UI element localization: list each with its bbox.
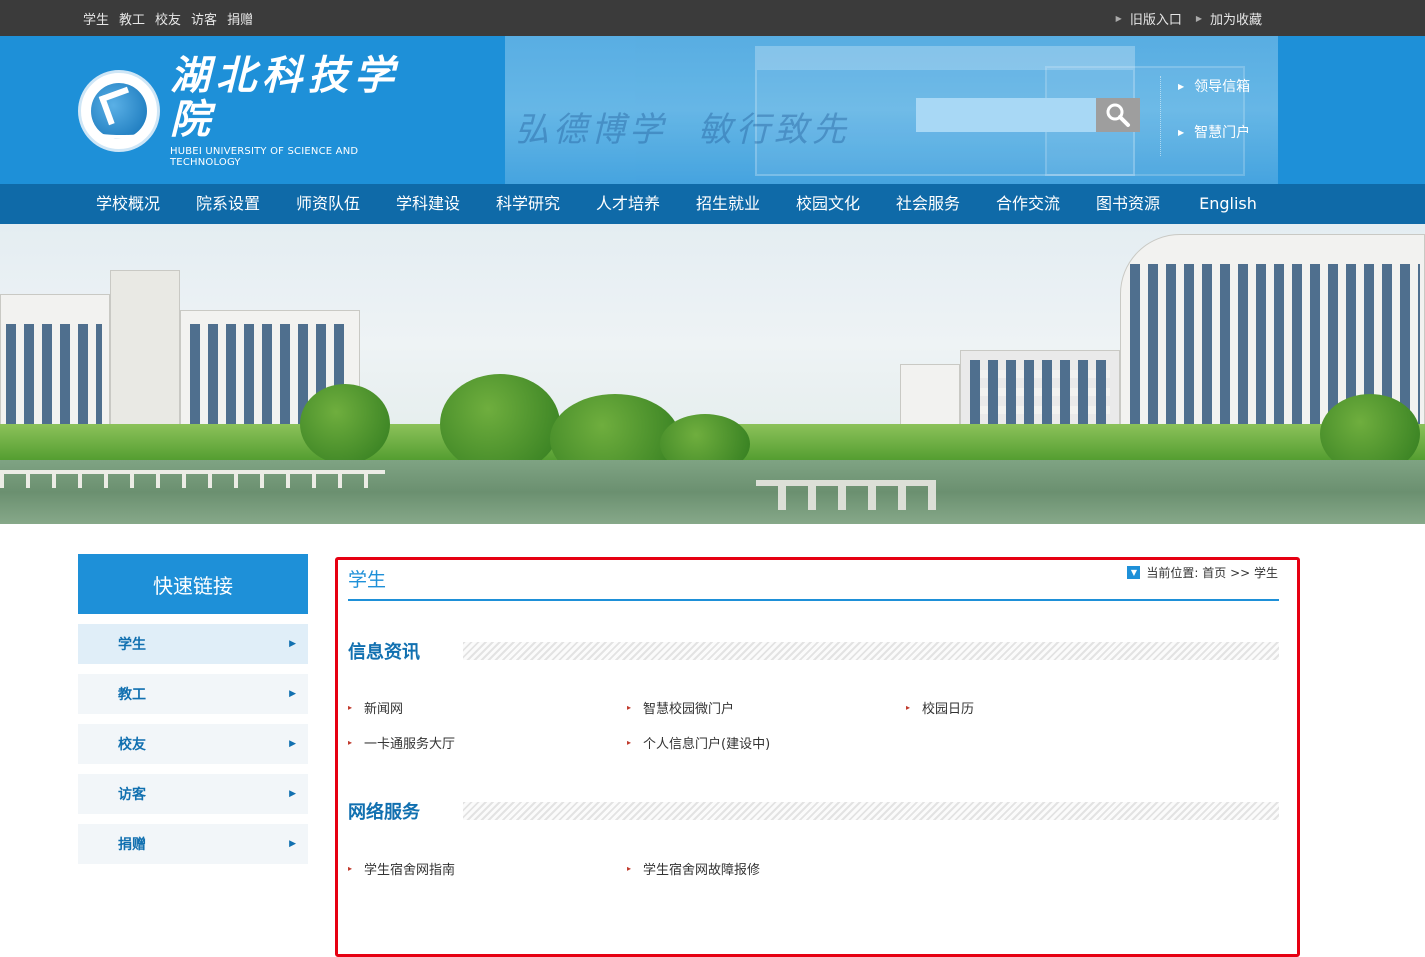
sidebar-item-visitor[interactable]: 访客 ▶ <box>78 774 308 814</box>
header-side-links: ▶ 领导信箱 ▶ 智慧门户 <box>1178 76 1250 168</box>
top-link-student[interactable]: 学生 <box>83 9 109 28</box>
triangle-icon: ▶ <box>1195 13 1202 23</box>
nav-item-library[interactable]: 图书资源 <box>1078 184 1178 224</box>
bullet-icon: ▸ <box>627 738 632 747</box>
chevron-right-icon: ▶ <box>289 789 296 799</box>
bookmark-link[interactable]: 加为收藏 <box>1210 9 1262 28</box>
top-link-donate[interactable]: 捐赠 <box>227 9 253 28</box>
sidebar-item-student[interactable]: 学生 ▶ <box>78 624 308 664</box>
nav-item-disciplines[interactable]: 学科建设 <box>378 184 478 224</box>
sidebar-item-donate[interactable]: 捐赠 ▶ <box>78 824 308 864</box>
university-logo[interactable]: 湖北科技学院 HUBEI UNIVERSITY OF SCIENCE AND T… <box>78 54 430 168</box>
bullet-icon: ▸ <box>348 864 353 873</box>
title-divider <box>348 599 1279 601</box>
content-highlight-frame <box>335 557 1300 957</box>
search-icon <box>1106 103 1130 127</box>
section-header-network: 网络服务 <box>348 800 1279 823</box>
nav-item-faculty[interactable]: 师资队伍 <box>278 184 378 224</box>
chevron-right-icon: ▶ <box>289 639 296 649</box>
link-personal-portal[interactable]: ▸ 个人信息门户(建设中) <box>627 733 770 752</box>
page-title: 学生 <box>348 569 387 591</box>
nav-item-about[interactable]: 学校概况 <box>78 184 178 224</box>
old-version-link[interactable]: 旧版入口 <box>1130 9 1182 28</box>
top-link-alumni[interactable]: 校友 <box>155 9 181 28</box>
link-dorm-net-guide[interactable]: ▸ 学生宿舍网指南 <box>348 859 455 878</box>
nav-item-social-service[interactable]: 社会服务 <box>878 184 978 224</box>
bullet-icon: ▸ <box>906 703 911 712</box>
breadcrumb: ▼ 当前位置: 首页 >> 学生 <box>1127 564 1278 581</box>
logo-chinese-name: 湖北科技学院 <box>170 52 400 143</box>
top-link-visitor[interactable]: 访客 <box>191 9 217 28</box>
section-header-info: 信息资讯 <box>348 640 1279 663</box>
location-icon: ▼ <box>1127 566 1141 579</box>
campus-banner-image <box>0 224 1425 524</box>
nav-item-research[interactable]: 科学研究 <box>478 184 578 224</box>
site-header: 弘德博学 敏行致先 湖北科技学院 HUBEI UNIVERSITY OF SCI… <box>0 36 1425 184</box>
sidebar-item-staff[interactable]: 教工 ▶ <box>78 674 308 714</box>
nav-item-admissions[interactable]: 招生就业 <box>678 184 778 224</box>
quick-links-title: 快速链接 <box>78 554 308 614</box>
chevron-right-icon: ▶ <box>289 739 296 749</box>
breadcrumb-text[interactable]: 当前位置: 首页 >> 学生 <box>1146 564 1278 581</box>
search-input[interactable] <box>916 98 1096 132</box>
nav-item-english[interactable]: English <box>1178 184 1278 224</box>
bullet-icon: ▸ <box>627 864 632 873</box>
triangle-icon: ▶ <box>1115 13 1122 23</box>
bullet-icon: ▸ <box>348 738 353 747</box>
search-button[interactable] <box>1096 98 1140 132</box>
university-emblem-icon <box>78 70 160 152</box>
top-link-staff[interactable]: 教工 <box>119 9 145 28</box>
header-divider <box>1160 76 1161 156</box>
link-card-service[interactable]: ▸ 一卡通服务大厅 <box>348 733 455 752</box>
main-nav: 学校概况 院系设置 师资队伍 学科建设 科学研究 人才培养 招生就业 校园文化 … <box>0 184 1425 224</box>
leader-mailbox-link[interactable]: ▶ 领导信箱 <box>1178 76 1250 96</box>
link-campus-calendar[interactable]: ▸ 校园日历 <box>906 698 974 717</box>
motto-part-2: 敏行致先 <box>698 110 850 150</box>
bullet-icon: ▸ <box>627 703 632 712</box>
link-news[interactable]: ▸ 新闻网 <box>348 698 403 717</box>
top-bar: 学生 教工 校友 访客 捐赠 ▶ 旧版入口 ▶ 加为收藏 <box>0 0 1425 36</box>
motto-part-1: 弘德博学 <box>515 110 667 150</box>
logo-english-name: HUBEI UNIVERSITY OF SCIENCE AND TECHNOLO… <box>170 146 359 168</box>
audience-links: 学生 教工 校友 访客 捐赠 <box>83 0 253 36</box>
nav-item-education[interactable]: 人才培养 <box>578 184 678 224</box>
nav-item-culture[interactable]: 校园文化 <box>778 184 878 224</box>
search-box <box>916 98 1140 132</box>
smart-portal-link[interactable]: ▶ 智慧门户 <box>1178 122 1250 142</box>
bullet-icon: ▸ <box>348 703 353 712</box>
nav-item-departments[interactable]: 院系设置 <box>178 184 278 224</box>
triangle-icon: ▶ <box>1178 127 1185 137</box>
nav-item-cooperation[interactable]: 合作交流 <box>978 184 1078 224</box>
chevron-right-icon: ▶ <box>289 839 296 849</box>
chevron-right-icon: ▶ <box>289 689 296 699</box>
utility-links: ▶ 旧版入口 ▶ 加为收藏 <box>1116 0 1268 36</box>
triangle-icon: ▶ <box>1178 81 1185 91</box>
sidebar-item-alumni[interactable]: 校友 ▶ <box>78 724 308 764</box>
link-smart-campus[interactable]: ▸ 智慧校园微门户 <box>627 698 734 717</box>
link-dorm-net-repair[interactable]: ▸ 学生宿舍网故障报修 <box>627 859 760 878</box>
